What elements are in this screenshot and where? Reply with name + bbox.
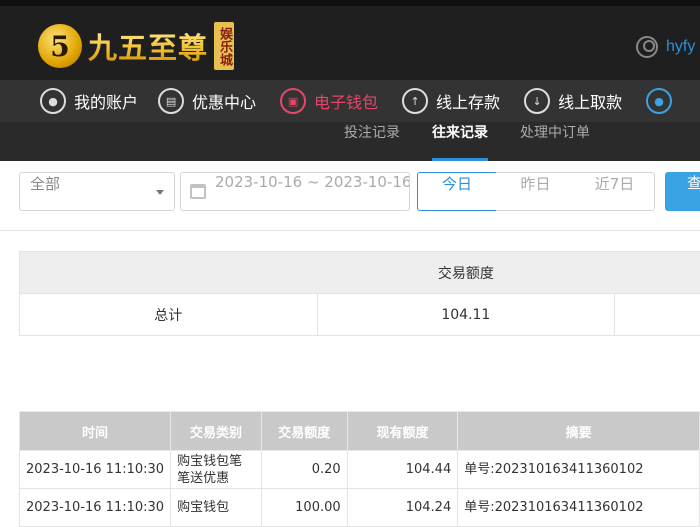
gift-icon: ▤ — [158, 88, 185, 114]
filter-bar: 全部 2023-10-16 ~ 2023-10-16 今日 昨日 近7日 查 — [0, 161, 700, 231]
brand-name: 九五至尊 — [88, 25, 208, 67]
deposit-icon: ↑ — [402, 88, 429, 114]
table-row: 2023-10-16 11:10:30 购宝钱包笔笔送优惠 0.20 104.4… — [18, 450, 700, 489]
cell-amount: 0.20 — [260, 450, 348, 489]
nav-item-wallet[interactable]: ▣ 电子钱包 — [256, 80, 378, 122]
sub-nav: 投注记录 往来记录 处理中订单 — [0, 122, 700, 161]
main-nav: ● 我的账户 ▤ 优惠中心 ▣ 电子钱包 ↑ 线上存款 ↓ 线上取款 ● — [0, 80, 700, 122]
type-select[interactable]: 全部 — [19, 172, 175, 211]
summary-header-spacer — [614, 251, 700, 294]
summary-empty-cell — [614, 293, 700, 336]
cell-summary: 单号:202310163411360102 — [457, 488, 700, 527]
nav-item-withdraw[interactable]: ↓ 线上取款 — [500, 80, 622, 122]
calendar-icon — [190, 184, 206, 199]
column-header: 交易额度 — [260, 411, 348, 451]
yesterday-button[interactable]: 昨日 — [496, 172, 576, 211]
cell-time: 2023-10-16 11:10:30 — [18, 450, 172, 489]
user-menu[interactable]: hyfy — [636, 36, 695, 58]
tab-bet-records[interactable]: 投注记录 — [344, 122, 400, 161]
date-range-input[interactable]: 2023-10-16 ~ 2023-10-16 — [180, 172, 410, 211]
tab-pending-orders[interactable]: 处理中订单 — [520, 122, 590, 161]
nav-item-label: 线上存款 — [436, 93, 501, 112]
column-header: 交易类别 — [170, 411, 262, 451]
summary-header: 交易额度 — [317, 251, 615, 294]
cell-summary: 单号:202310163411360102 — [457, 450, 700, 489]
summary-total-value: 104.11 — [316, 293, 616, 336]
username[interactable]: hyfy — [666, 38, 695, 56]
cell-balance: 104.44 — [346, 450, 459, 489]
site-logo[interactable]: 5 九五至尊 娱乐城 — [38, 20, 235, 72]
site-header: 5 九五至尊 娱乐城 hyfy — [0, 6, 700, 80]
today-button[interactable]: 今日 — [417, 172, 497, 211]
logo-mark: 5 — [38, 24, 82, 68]
records-table: 时间 交易类别 交易额度 现有额度 摘要 2023-10-16 11:10:30… — [18, 411, 700, 527]
search-button[interactable]: 查 — [665, 172, 700, 211]
nav-item-deposit[interactable]: ↑ 线上存款 — [378, 80, 500, 122]
cell-type: 购宝钱包 — [170, 488, 262, 527]
column-header: 现有额度 — [346, 411, 459, 451]
nav-item-label: 电子钱包 — [314, 93, 379, 112]
date-range-value: 2023-10-16 ~ 2023-10-16 — [215, 173, 410, 191]
type-select-value: 全部 — [30, 175, 61, 193]
column-header: 时间 — [18, 411, 172, 451]
column-header: 摘要 — [457, 411, 700, 451]
nav-item-label: 优惠中心 — [192, 93, 257, 112]
nav-item-account[interactable]: ● 我的账户 — [0, 80, 138, 122]
last-7-days-button[interactable]: 近7日 — [575, 172, 655, 211]
cell-type: 购宝钱包笔笔送优惠 — [170, 450, 262, 489]
summary-header-spacer — [19, 251, 318, 294]
chevron-down-icon — [156, 190, 164, 195]
table-header-row: 时间 交易类别 交易额度 现有额度 摘要 — [18, 411, 700, 451]
nav-item-promotions[interactable]: ▤ 优惠中心 — [138, 80, 256, 122]
brand-sub: 娱乐城 — [214, 22, 235, 70]
summary-total-label: 总计 — [19, 293, 318, 336]
nav-item-label: 线上取款 — [558, 93, 623, 112]
more-icon: ● — [646, 88, 673, 114]
cell-balance: 104.24 — [346, 488, 459, 527]
user-circle-icon: ● — [40, 88, 66, 114]
summary-table: 交易额度 总计 104.11 — [19, 251, 700, 336]
nav-item-label: 我的账户 — [74, 93, 139, 112]
tab-transactions[interactable]: 往来记录 — [432, 122, 488, 161]
cell-amount: 100.00 — [260, 488, 348, 527]
withdraw-icon: ↓ — [524, 88, 551, 114]
table-row: 2023-10-16 11:10:30 购宝钱包 100.00 104.24 单… — [18, 488, 700, 527]
wallet-icon: ▣ — [280, 88, 307, 114]
cell-time: 2023-10-16 11:10:30 — [18, 488, 172, 527]
nav-item-more[interactable]: ● — [622, 80, 680, 122]
user-icon — [636, 36, 658, 58]
